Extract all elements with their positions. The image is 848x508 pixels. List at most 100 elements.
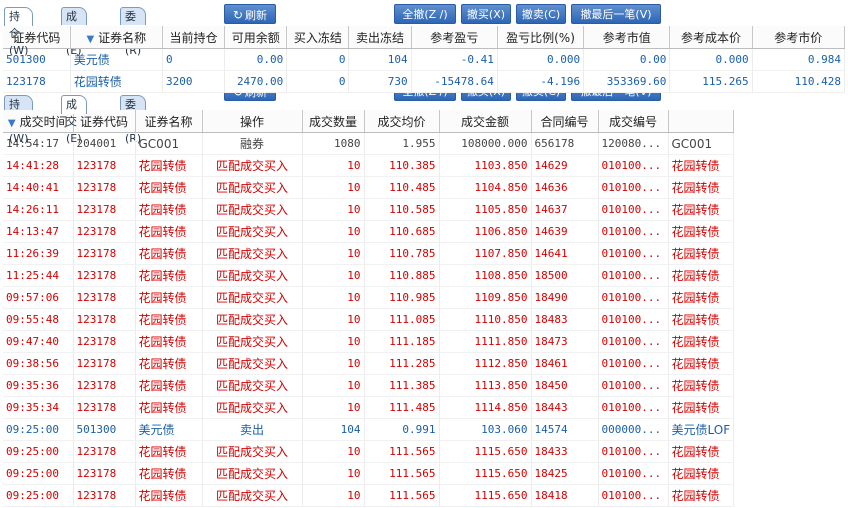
cancel-buy-button[interactable]: 撤买(X) (461, 93, 511, 101)
table-cell: 111.085 (364, 308, 440, 331)
table-row[interactable]: 09:25:00 123178 花园转债 匹配成交买入 10 111.565 1115.65… (3, 484, 734, 507)
col-header[interactable]: 参考市价 (752, 26, 846, 49)
table-cell: 104 (348, 48, 412, 71)
table-cell: 1115.650 (439, 462, 532, 485)
table-row[interactable]: 14:41:28 123178 花园转债 匹配成交买入 10 110.385 1103.85… (3, 154, 734, 177)
col-header[interactable]: 成交金额 (439, 110, 532, 133)
table-cell: 1115.650 (439, 484, 532, 507)
table-cell: 110.485 (364, 176, 440, 199)
table-row[interactable]: 123178 花园转债 3200 2470.00 0 730 -15478.64 -4.196… (3, 70, 846, 93)
table-row[interactable]: 14:54:17 204001 GC001 融券 1080 1.955 108000.000… (3, 132, 734, 155)
trades-window: 持仓(W) 成交(E) 委托(R) ↻刷新 全撤(Z /) 撤买(X) 撤卖(C… (0, 93, 848, 508)
table-cell: 010100... (598, 374, 669, 397)
table-cell: 111.185 (364, 330, 440, 353)
table-cell: 0.991 (364, 418, 440, 441)
cancel-last-button[interactable]: 撤最后一笔(V) (571, 4, 661, 24)
col-header[interactable]: 参考市值 (583, 26, 671, 49)
table-cell: 匹配成交买入 (202, 462, 303, 485)
cancel-all-button[interactable]: 全撤(Z /) (394, 93, 456, 101)
tab-trades[interactable]: 成交(E) (61, 95, 87, 145)
col-header[interactable]: 证券名称 (135, 110, 203, 133)
table-row[interactable]: 09:25:00 501300 美元债 卖出 104 0.991 103.060 14574 0… (3, 418, 734, 441)
table-row[interactable]: 14:40:41 123178 花园转债 匹配成交买入 10 110.485 1104.85… (3, 176, 734, 199)
table-cell: 花园转债 (135, 242, 203, 265)
table-cell: -0.41 (411, 48, 498, 71)
table-cell: 1109.850 (439, 286, 532, 309)
tab-trades[interactable]: 成交(E) (61, 7, 87, 57)
cancel-buy-button[interactable]: 撤买(X) (461, 4, 511, 24)
col-header[interactable]: 操作 (202, 110, 303, 133)
table-cell: 1112.850 (439, 352, 532, 375)
table-cell: 0.000 (669, 48, 753, 71)
table-row[interactable]: 501300 美元债 0 0.00 0 104 -0.41 0.000 0.00 0.000 0.9… (3, 48, 846, 71)
table-row[interactable]: 09:38:56 123178 花园转债 匹配成交买入 10 111.285 1112.85… (3, 352, 734, 375)
tab-orders[interactable]: 委托(R) (120, 7, 147, 57)
col-header[interactable]: 可用余额 (224, 26, 288, 49)
table-cell: 110.985 (364, 286, 440, 309)
col-header[interactable]: 买入冻结 (286, 26, 350, 49)
col-header[interactable]: 成交均价 (364, 110, 440, 133)
table-cell: 010100... (598, 176, 669, 199)
table-cell: 花园转债 (668, 462, 734, 485)
table-cell: 花园转债 (668, 374, 734, 397)
col-header[interactable]: 成交数量 (302, 110, 365, 133)
table-cell: 09:35:36 (3, 374, 74, 397)
table-row[interactable]: 09:25:00 123178 花园转债 匹配成交买入 10 111.565 1115.65… (3, 462, 734, 485)
table-cell: 14:26:11 (3, 198, 74, 221)
col-header[interactable]: 合同编号 (531, 110, 599, 133)
table-row[interactable]: 09:57:06 123178 花园转债 匹配成交买入 10 110.985 1109.85… (3, 286, 734, 309)
table-cell: 11:26:39 (3, 242, 74, 265)
cancel-sell-button[interactable]: 撤卖(C) (516, 4, 566, 24)
tab-positions[interactable]: 持仓(W) (4, 7, 34, 57)
table-cell: 103.060 (439, 418, 532, 441)
table-cell: 18425 (531, 462, 599, 485)
table-cell: 花园转债 (668, 154, 734, 177)
table-cell: 10 (302, 484, 365, 507)
table-cell: 110.585 (364, 198, 440, 221)
table-row[interactable]: 11:25:44 123178 花园转债 匹配成交买入 10 110.885 1108.85… (3, 264, 734, 287)
table-row[interactable]: 09:35:36 123178 花园转债 匹配成交买入 10 111.385 1113.85… (3, 374, 734, 397)
table-cell: 18461 (531, 352, 599, 375)
table-cell: -4.196 (497, 70, 585, 93)
table-cell: 花园转债 (668, 484, 734, 507)
col-header[interactable]: 成交编号 (598, 110, 669, 133)
table-cell: 3200 (162, 70, 226, 93)
col-header[interactable]: 参考盈亏 (411, 26, 498, 49)
table-cell: 110.685 (364, 220, 440, 243)
table-cell: 18450 (531, 374, 599, 397)
refresh-button[interactable]: ↻刷新 (224, 4, 276, 24)
refresh-button[interactable]: ↻刷新 (224, 93, 276, 101)
table-cell: 花园转债 (135, 462, 203, 485)
table-cell: 融券 (202, 132, 303, 155)
table-row[interactable]: 14:26:11 123178 花园转债 匹配成交买入 10 110.585 1105.85… (3, 198, 734, 221)
col-header[interactable]: 盈亏比例(%) (497, 26, 585, 49)
cancel-sell-button[interactable]: 撤卖(C) (516, 93, 566, 101)
cancel-last-button[interactable]: 撤最后一笔(V) (571, 93, 661, 101)
table-cell: 2470.00 (224, 70, 288, 93)
table-cell: 010100... (598, 220, 669, 243)
table-row[interactable]: 09:25:00 123178 花园转债 匹配成交买入 10 111.565 1115.65… (3, 440, 734, 463)
table-cell: 108000.000 (439, 132, 532, 155)
table-cell: 14636 (531, 176, 599, 199)
table-cell: 0 (162, 48, 226, 71)
table-row[interactable]: 09:47:40 123178 花园转债 匹配成交买入 10 111.185 1111.85… (3, 330, 734, 353)
table-cell: 花园转债 (135, 484, 203, 507)
table-row[interactable]: 14:13:47 123178 花园转债 匹配成交买入 10 110.685 1106.85… (3, 220, 734, 243)
col-header[interactable]: 当前持仓 (162, 26, 226, 49)
table-cell: 花园转债 (668, 308, 734, 331)
table-row[interactable]: 09:35:34 123178 花园转债 匹配成交买入 10 111.485 1114.85… (3, 396, 734, 419)
table-cell: 730 (348, 70, 412, 93)
table-cell: 花园转债 (668, 440, 734, 463)
cancel-all-button[interactable]: 全撤(Z /) (394, 4, 456, 24)
table-row[interactable]: 11:26:39 123178 花园转债 匹配成交买入 10 110.785 1107.85… (3, 242, 734, 265)
table-cell: 120080... (598, 132, 669, 155)
col-header[interactable] (668, 110, 734, 133)
col-header[interactable]: 参考成本价 (669, 26, 753, 49)
table-cell: 美元债LOF (668, 418, 734, 441)
table-row[interactable]: 09:55:48 123178 花园转债 匹配成交买入 10 111.085 1110.85… (3, 308, 734, 331)
refresh-label: 刷新 (245, 9, 268, 22)
col-header[interactable]: 卖出冻结 (348, 26, 412, 49)
table-cell: 110.385 (364, 154, 440, 177)
col-header[interactable]: ▼ 证券名称 (70, 26, 163, 49)
table-cell: 10 (302, 242, 365, 265)
